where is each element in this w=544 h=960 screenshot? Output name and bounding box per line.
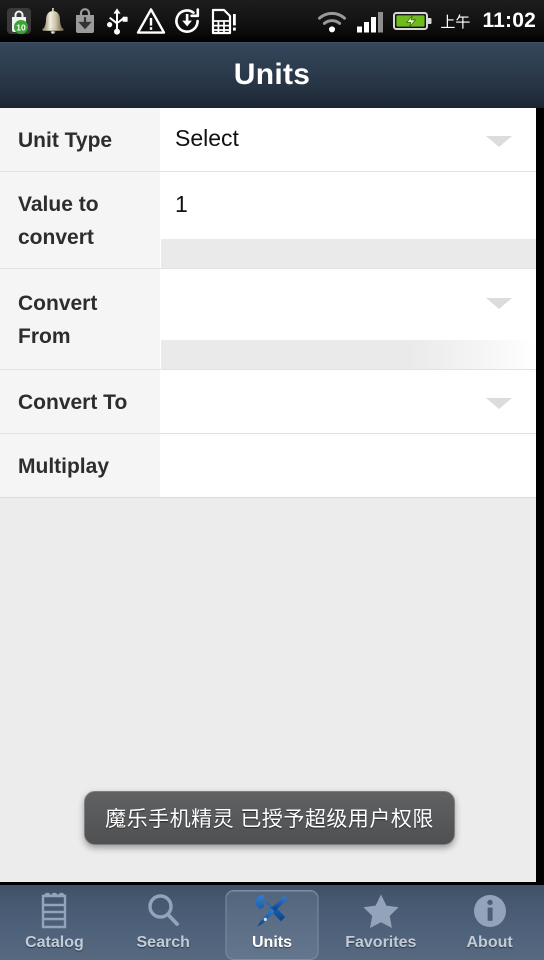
tab-about[interactable]: About <box>435 885 544 960</box>
toast-notification: 魔乐手机精灵 已授予超级用户权限 <box>84 791 455 845</box>
clock-am-pm: 上午 <box>440 13 471 31</box>
spinner-unit-type[interactable]: Select <box>161 108 536 171</box>
label-value-to-convert: Value to convert <box>0 172 161 268</box>
tools-icon <box>251 890 293 932</box>
page-title: Units <box>233 58 311 91</box>
toast-message: 魔乐手机精灵 已授予超级用户权限 <box>105 808 434 831</box>
input-value-to-convert-value: 1 <box>175 191 188 217</box>
label-convert-to: Convert To <box>0 370 161 433</box>
label-convert-from: Convert From <box>0 269 161 369</box>
shop-bag-icon: 10 <box>4 6 34 36</box>
field-underline <box>161 239 536 268</box>
status-bar-system-icons: 上午 11:02 <box>315 0 536 42</box>
cellular-signal-icon <box>356 8 386 34</box>
tab-favorites-label: Favorites <box>345 934 417 951</box>
form-row-multiplay: Multiplay <box>0 434 536 498</box>
bottom-tab-bar: Catalog Search Units Favorites About <box>0 882 544 960</box>
form-row-convert-to[interactable]: Convert To <box>0 370 536 434</box>
screen-right-edge <box>536 108 544 883</box>
spinner-convert-from[interactable] <box>161 269 536 369</box>
unit-converter-form: Unit Type Select Value to convert 1 Conv… <box>0 108 536 498</box>
spinner-convert-from-value <box>175 285 490 318</box>
tab-units-label: Units <box>251 934 292 951</box>
sim-card-alert-icon <box>208 6 238 36</box>
label-multiplay: Multiplay <box>0 434 161 497</box>
tab-about-label: About <box>466 934 513 951</box>
field-underline <box>161 340 536 369</box>
chevron-down-icon <box>486 398 512 409</box>
tab-search[interactable]: Search <box>109 885 218 960</box>
bell-icon <box>40 6 66 36</box>
tab-catalog[interactable]: Catalog <box>0 885 109 960</box>
chevron-down-icon <box>486 298 512 309</box>
info-icon <box>469 890 511 932</box>
clock-time: 11:02 <box>482 9 536 32</box>
shop-bag-badge-count: 10 <box>16 23 26 33</box>
usb-icon <box>104 6 130 36</box>
form-row-value-to-convert[interactable]: Value to convert 1 <box>0 172 536 269</box>
status-bar[interactable]: 10 上午 11:02 <box>0 0 544 42</box>
warning-triangle-icon <box>136 6 166 36</box>
tab-catalog-label: Catalog <box>25 934 84 951</box>
search-icon <box>143 890 183 932</box>
status-bar-notification-icons: 10 <box>4 0 315 42</box>
battery-charging-icon <box>393 9 433 33</box>
form-row-convert-from[interactable]: Convert From <box>0 269 536 370</box>
chevron-down-icon <box>486 136 512 147</box>
form-row-unit-type[interactable]: Unit Type Select <box>0 108 536 172</box>
phone-screen: 10 上午 11:02 Units Unit Type Select Value… <box>0 0 544 960</box>
label-unit-type: Unit Type <box>0 108 161 171</box>
spinner-unit-type-value: Select <box>175 125 239 151</box>
download-bag-icon <box>72 6 98 36</box>
notepad-icon <box>34 890 74 932</box>
star-icon <box>360 890 402 932</box>
tab-favorites[interactable]: Favorites <box>326 885 435 960</box>
spinner-convert-to[interactable] <box>161 370 536 433</box>
output-multiplay <box>161 434 536 497</box>
sync-download-icon <box>172 6 202 36</box>
title-bar: Units <box>0 42 544 108</box>
wifi-icon <box>315 7 349 35</box>
input-value-to-convert[interactable]: 1 <box>161 172 536 268</box>
tab-units[interactable]: Units <box>218 885 327 960</box>
spinner-convert-to-value <box>175 386 490 419</box>
tab-search-label: Search <box>136 934 190 951</box>
output-multiplay-value <box>175 450 490 483</box>
